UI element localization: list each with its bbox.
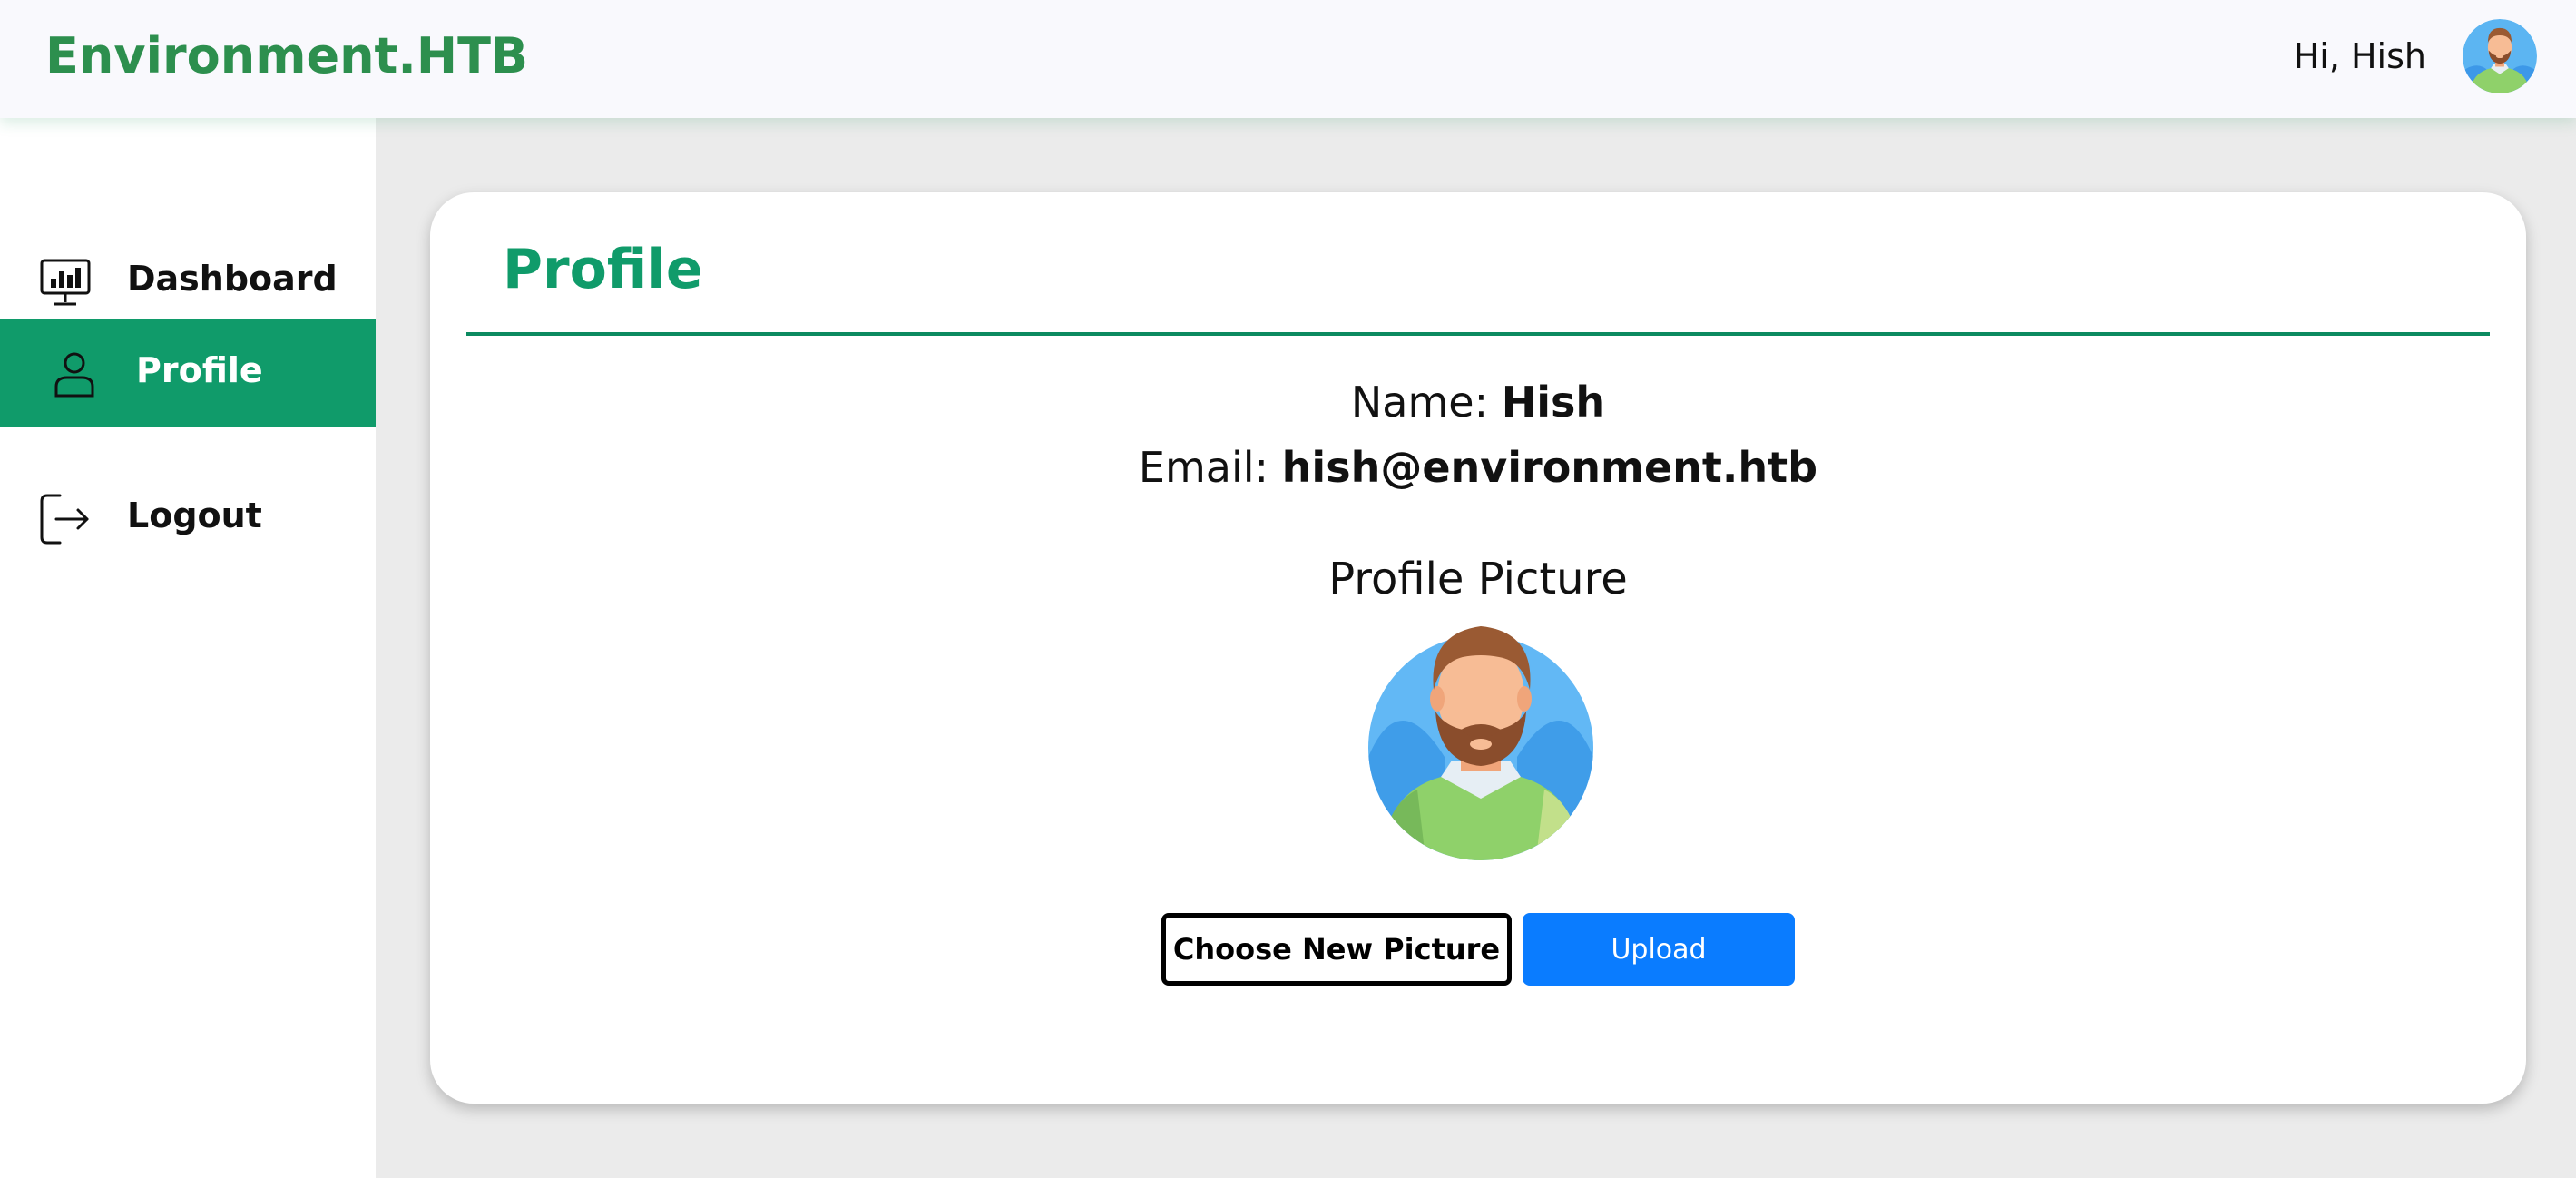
logout-icon xyxy=(40,494,89,545)
user-icon xyxy=(54,352,94,398)
sidebar-item-label: Profile xyxy=(136,350,263,390)
profile-card: Profile Name: Hish Email: hish@environme… xyxy=(430,192,2526,1104)
name-line: Name: Hish xyxy=(430,378,2526,427)
name-value: Hish xyxy=(1501,378,1606,427)
brand-logo-text[interactable]: Environment.HTB xyxy=(45,27,528,84)
sidebar-item-label: Dashboard xyxy=(127,259,338,299)
sidebar-item-profile[interactable]: Profile xyxy=(0,319,376,427)
profile-picture-avatar-icon xyxy=(1368,626,1593,860)
sidebar-item-logout[interactable]: Logout xyxy=(0,465,376,572)
sidebar-item-label: Logout xyxy=(127,496,262,535)
page-title: Profile xyxy=(503,238,703,301)
user-greeting: Hi, Hish xyxy=(2293,36,2426,76)
sidebar: Dashboard Profile Logout xyxy=(0,118,376,1178)
email-value: hish@environment.htb xyxy=(1281,443,1818,492)
dashboard-monitor-icon xyxy=(40,259,91,306)
choose-new-picture-button[interactable]: Choose New Picture xyxy=(1161,913,1512,986)
top-bar: Environment.HTB Hi, Hish xyxy=(0,0,2576,118)
upload-button[interactable]: Upload xyxy=(1523,913,1795,986)
user-avatar-icon[interactable] xyxy=(2463,19,2537,93)
title-divider xyxy=(466,332,2490,336)
profile-picture-heading: Profile Picture xyxy=(1328,554,1628,604)
email-label: Email: xyxy=(1138,443,1269,492)
name-label: Name: xyxy=(1350,378,1489,427)
email-line: Email: hish@environment.htb xyxy=(430,443,2526,492)
